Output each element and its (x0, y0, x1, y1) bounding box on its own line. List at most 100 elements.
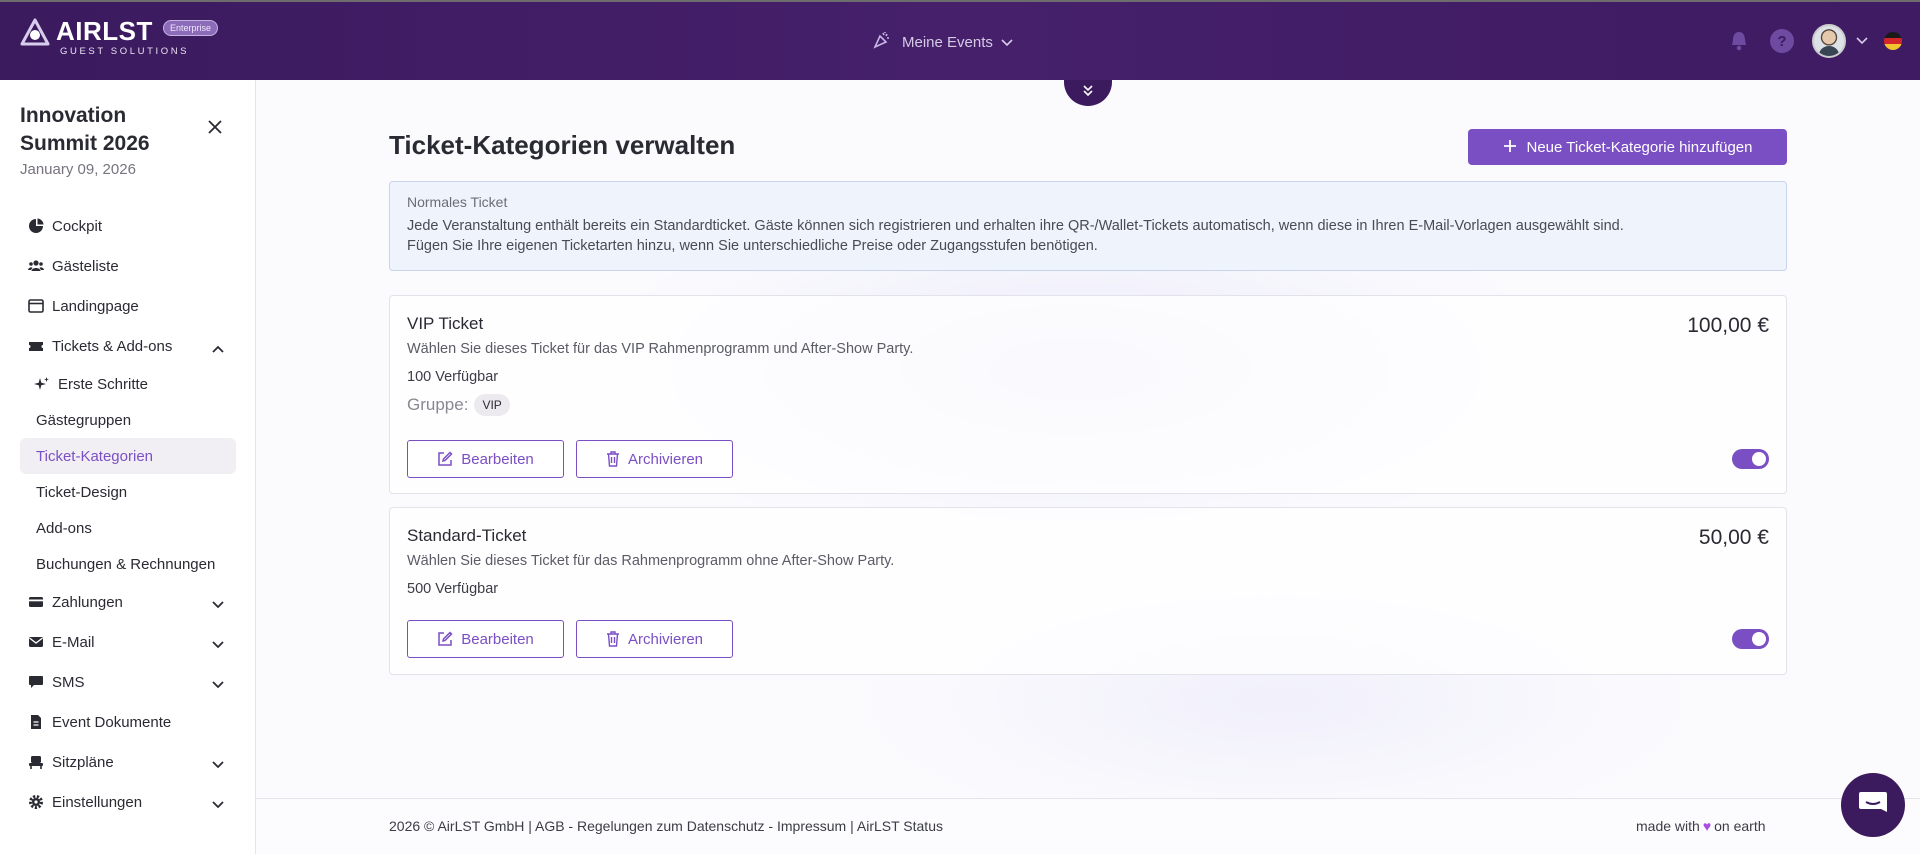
sidebar-item-label: Gästeliste (52, 257, 119, 275)
events-menu[interactable]: Meine Events (872, 30, 1013, 54)
seat-icon (28, 754, 44, 770)
sparkles-icon (34, 376, 50, 392)
event-title: Innovation Summit 2026 (20, 104, 150, 155)
sidebar-item-sms[interactable]: SMS (20, 662, 236, 702)
ticket-group: Gruppe: VIP (407, 394, 510, 416)
sidebar-item-gaesteliste[interactable]: Gästeliste (20, 246, 236, 286)
plus-icon (1503, 139, 1517, 155)
ticket-availability: 100 Verfügbar (407, 369, 499, 385)
sidebar-item-label: Gästegruppen (36, 411, 132, 429)
archive-button[interactable]: Archivieren (576, 440, 733, 478)
archive-button[interactable]: Archivieren (576, 620, 733, 658)
info-title: Normales Ticket (407, 194, 508, 210)
gear-icon (28, 794, 44, 810)
enterprise-badge: Enterprise (163, 20, 219, 36)
sidebar-item-label: Landingpage (52, 297, 139, 315)
ticket-active-toggle[interactable] (1732, 449, 1769, 469)
edit-icon (438, 451, 453, 466)
info-box: Normales Ticket Jede Veranstaltung enthä… (389, 181, 1787, 271)
sidebar-item-email[interactable]: E-Mail (20, 622, 236, 662)
credit-card-icon (28, 594, 44, 610)
sidebar-item-label: Einstellungen (52, 793, 143, 811)
chevron-down-icon (212, 636, 224, 653)
group-chip: VIP (474, 394, 510, 416)
edit-icon (438, 631, 453, 646)
footer-made-with: made with ♥ on earth (1636, 818, 1766, 834)
ticket-active-toggle[interactable] (1732, 629, 1769, 649)
document-icon (28, 714, 44, 730)
sidebar-item-label: Sitzpläne (52, 753, 114, 771)
user-menu-chevron-icon[interactable] (1856, 32, 1868, 50)
edit-label: Bearbeiten (461, 450, 534, 468)
sidebar-item-label: Cockpit (52, 217, 103, 235)
logo-mark-icon (20, 18, 50, 46)
german-flag-icon[interactable] (1884, 32, 1902, 50)
add-ticket-category-label: Neue Ticket-Kategorie hinzufügen (1526, 138, 1753, 156)
chevron-down-icon (212, 756, 224, 773)
chevron-up-icon (212, 340, 224, 357)
edit-button[interactable]: Bearbeiten (407, 440, 564, 478)
sidebar-item-buchungen[interactable]: Buchungen & Rechnungen (20, 546, 236, 582)
ticket-description: Wählen Sie dieses Ticket für das Rahmenp… (407, 553, 895, 569)
sidebar-item-tickets-addons[interactable]: Tickets & Add-ons (20, 326, 236, 366)
sidebar-item-label: Tickets & Add-ons (52, 337, 173, 355)
sidebar-item-einstellungen[interactable]: Einstellungen (20, 782, 236, 822)
sidebar-item-label: Zahlungen (52, 593, 123, 611)
on-earth-text: on earth (1714, 818, 1766, 834)
ticket-description: Wählen Sie dieses Ticket für das VIP Rah… (407, 341, 914, 357)
close-icon[interactable] (204, 116, 226, 138)
heart-icon: ♥ (1702, 818, 1712, 834)
sidebar-item-ticket-kategorien[interactable]: Ticket-Kategorien (20, 438, 236, 474)
ticket-name: Standard-Ticket (407, 526, 527, 545)
sidebar-item-addons[interactable]: Add-ons (20, 510, 236, 546)
ticket-icon (28, 338, 44, 354)
sidebar-item-label: Erste Schritte (58, 375, 149, 393)
add-ticket-category-button[interactable]: Neue Ticket-Kategorie hinzufügen (1468, 129, 1787, 165)
collapse-header-button[interactable] (1064, 80, 1112, 106)
footer-links[interactable]: 2026 © AirLST GmbH | AGB - Regelungen zu… (389, 818, 943, 834)
browser-window-icon (28, 298, 44, 314)
sidebar-item-label: Ticket-Design (36, 483, 128, 501)
sidebar-nav: Cockpit Gästeliste Landingpage Tickets &… (20, 206, 236, 822)
edit-label: Bearbeiten (461, 630, 534, 648)
help-icon[interactable]: ? (1770, 29, 1794, 53)
users-icon (28, 258, 44, 274)
ticket-price: 50,00 € (1698, 526, 1769, 549)
sidebar-item-landingpage[interactable]: Landingpage (20, 286, 236, 326)
archive-label: Archivieren (627, 630, 704, 648)
sidebar-item-gaestegruppen[interactable]: Gästegruppen (20, 402, 236, 438)
airlst-logo[interactable]: AIRLST GUEST SOLUTIONS Enterprise (20, 18, 219, 57)
user-avatar[interactable] (1812, 24, 1846, 58)
made-with-text: made with (1636, 818, 1700, 834)
ticket-card-vip: VIP Ticket 100,00 € Wählen Sie dieses Ti… (389, 295, 1787, 494)
sidebar-item-label: Buchungen & Rechnungen (36, 555, 216, 573)
sidebar-item-erste-schritte[interactable]: Erste Schritte (20, 366, 236, 402)
chevron-down-icon (212, 596, 224, 613)
notification-bell-icon[interactable] (1728, 30, 1750, 52)
chevron-down-icon (212, 796, 224, 813)
sidebar-item-label: Event Dokumente (52, 713, 172, 731)
pie-chart-icon (28, 218, 44, 234)
sidebar-item-sitzplaene[interactable]: Sitzpläne (20, 742, 236, 782)
archive-label: Archivieren (627, 450, 704, 468)
edit-button[interactable]: Bearbeiten (407, 620, 564, 658)
event-date: January 09, 2026 (20, 161, 136, 178)
mail-icon (28, 634, 44, 650)
sidebar-item-label: E-Mail (52, 633, 95, 651)
sidebar-item-label: Add-ons (36, 519, 92, 537)
trash-icon (606, 451, 619, 467)
trash-icon (606, 631, 619, 647)
sidebar-item-cockpit[interactable]: Cockpit (20, 206, 236, 246)
page-title: Ticket-Kategorien verwalten (389, 130, 736, 160)
footer: 2026 © AirLST GmbH | AGB - Regelungen zu… (256, 798, 1920, 854)
party-popper-icon (872, 30, 892, 54)
sidebar-item-ticket-design[interactable]: Ticket-Design (20, 474, 236, 510)
chat-icon (1858, 790, 1888, 821)
sidebar-item-event-dokumente[interactable]: Event Dokumente (20, 702, 236, 742)
ticket-name: VIP Ticket (407, 314, 484, 333)
events-menu-label: Meine Events (902, 33, 993, 51)
sidebar-item-label: Ticket-Kategorien (36, 447, 153, 465)
chat-support-button[interactable] (1841, 773, 1905, 837)
sidebar-item-zahlungen[interactable]: Zahlungen (20, 582, 236, 622)
chevron-down-icon (212, 676, 224, 693)
